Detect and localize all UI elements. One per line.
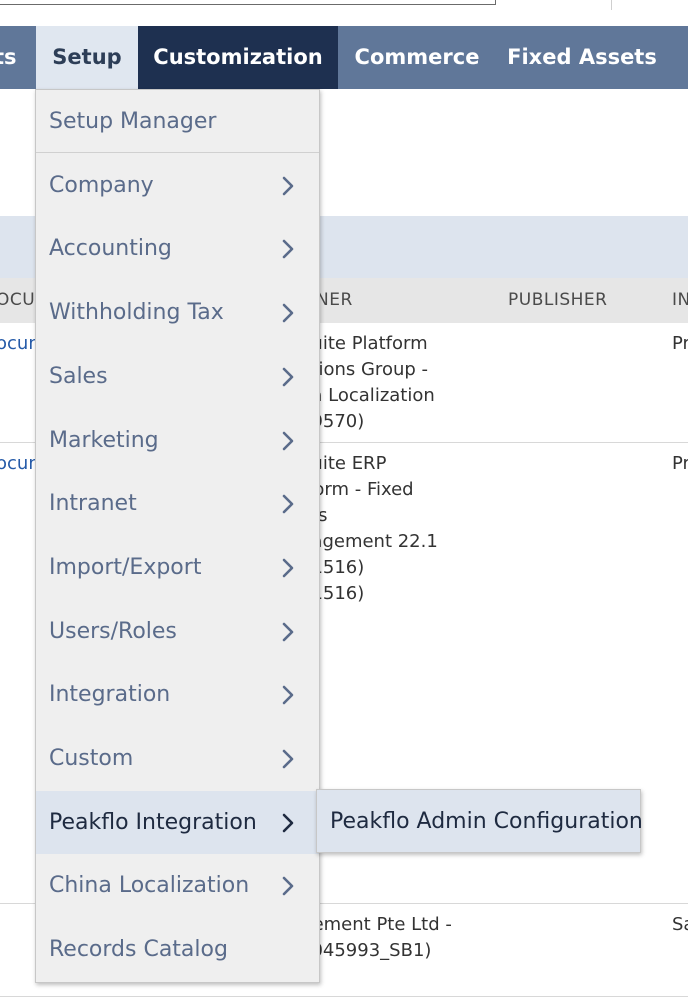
top-strip	[0, 0, 688, 26]
column-header-installed[interactable]: IN	[672, 278, 688, 323]
chevron-right-icon	[282, 431, 294, 450]
menu-item-import-export[interactable]: Import/Export	[36, 536, 319, 599]
submenu-item-peakflo-admin-configuration[interactable]: Peakflo Admin Configuration	[330, 790, 643, 854]
menu-item-label: Custom	[49, 746, 134, 771]
menu-item-label: Import/Export	[49, 554, 202, 580]
menu-item-label: Withholding Tax	[49, 300, 224, 326]
column-header-owner[interactable]: NER	[316, 278, 353, 323]
row-owner: Suite ERP tform - Fixed ets nagement 22.…	[300, 453, 438, 604]
chevron-right-icon	[282, 813, 294, 832]
chevron-right-icon	[282, 749, 294, 769]
menu-item-company[interactable]: Company	[36, 154, 319, 217]
chevron-right-icon	[282, 367, 294, 387]
chevron-right-icon	[282, 494, 294, 514]
menu-item-setup-manager[interactable]: Setup Manager	[36, 90, 319, 153]
menu-item-integration[interactable]: Integration	[36, 663, 319, 726]
menu-item-label: Users/Roles	[49, 618, 177, 644]
setup-dropdown-menu: Setup Manager Company Accounting Withholdin…	[35, 89, 320, 983]
chevron-right-icon	[282, 558, 294, 578]
row-owner: Suite Platform utions Group - na Localiz…	[300, 333, 435, 432]
nav-tab-partial[interactable]: ts	[0, 26, 36, 89]
menu-item-label: China Localization	[49, 873, 250, 899]
menu-item-records-catalog[interactable]: Records Catalog	[36, 918, 319, 981]
menu-item-label: Accounting	[49, 236, 172, 262]
row-owner: Cement Pte Ltd - 7045993_SB1)	[300, 914, 452, 961]
nav-tab-fixed-assets[interactable]: Fixed Assets	[496, 26, 668, 89]
menu-item-label: Marketing	[49, 427, 159, 453]
menu-item-label: Sales	[49, 363, 108, 389]
main-nav-bar: ts Setup Customization Commerce Fixed As…	[0, 26, 688, 89]
chevron-right-icon	[282, 176, 294, 195]
row-document-link[interactable]: ocun	[0, 451, 40, 477]
chevron-right-icon	[282, 622, 294, 641]
chevron-right-icon	[282, 303, 294, 323]
menu-item-label: Records Catalog	[49, 937, 228, 963]
chevron-right-icon	[282, 240, 294, 259]
nav-tab-setup[interactable]: Setup	[36, 26, 138, 89]
row-installed: Pr	[672, 333, 688, 354]
menu-item-accounting[interactable]: Accounting	[36, 217, 319, 280]
global-search-input[interactable]	[0, 0, 496, 5]
nav-tab-commerce[interactable]: Commerce	[338, 26, 496, 89]
menu-item-label: Company	[49, 172, 154, 198]
menu-item-users-roles[interactable]: Users/Roles	[36, 600, 319, 663]
menu-item-withholding-tax[interactable]: Withholding Tax	[36, 281, 319, 344]
menu-item-label: Integration	[49, 682, 171, 708]
row-installed: Pr	[672, 453, 688, 474]
menu-item-label: Intranet	[49, 491, 137, 517]
top-divider	[611, 0, 612, 10]
menu-item-intranet[interactable]: Intranet	[36, 472, 319, 535]
chevron-right-icon	[282, 685, 294, 705]
menu-item-label: Peakflo Integration	[49, 809, 257, 835]
row-installed: Sa	[672, 914, 688, 935]
menu-item-marketing[interactable]: Marketing	[36, 409, 319, 472]
menu-item-peakflo-integration[interactable]: Peakflo Integration	[36, 790, 319, 854]
nav-tab-customization[interactable]: Customization	[138, 26, 338, 89]
menu-item-label: Setup Manager	[49, 109, 217, 134]
row-document-link[interactable]: ocun	[0, 331, 40, 357]
menu-item-custom[interactable]: Custom	[36, 727, 319, 790]
menu-item-sales[interactable]: Sales	[36, 345, 319, 408]
chevron-right-icon	[282, 877, 294, 896]
menu-item-china-localization[interactable]: China Localization	[36, 854, 319, 917]
peakflo-submenu: Peakflo Admin Configuration	[316, 789, 643, 854]
column-header-publisher[interactable]: PUBLISHER	[508, 278, 607, 323]
